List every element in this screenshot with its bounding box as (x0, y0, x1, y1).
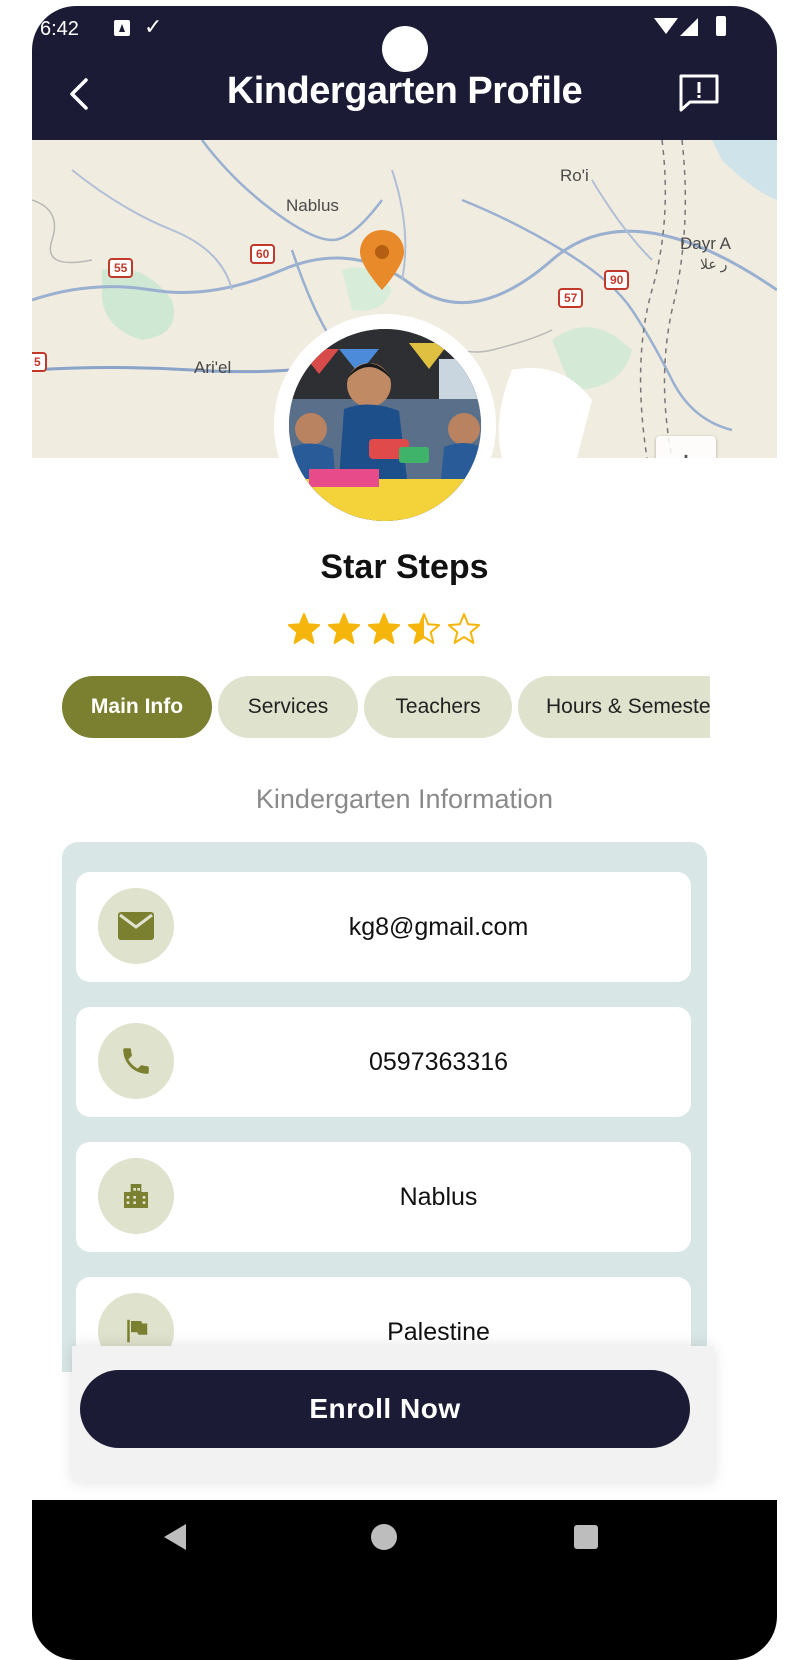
phone-icon (98, 1023, 174, 1099)
status-bar: 6:42 ✓ (32, 6, 777, 72)
map-label-arabic: ر علا (700, 256, 728, 272)
tab-services[interactable]: Services (218, 676, 358, 738)
enroll-now-button[interactable]: Enroll Now (80, 1370, 690, 1448)
battery-icon (716, 16, 726, 36)
feedback-icon[interactable] (676, 72, 722, 114)
road-badge-57: 57 (558, 288, 584, 308)
download-done-icon: ✓ (144, 14, 163, 39)
wifi-icon (654, 18, 678, 34)
nav-home-icon[interactable] (371, 1524, 397, 1550)
rating-star (367, 613, 401, 644)
tab-hours-semesters[interactable]: Hours & Semeste (518, 676, 710, 738)
map-marker-icon[interactable] (358, 228, 406, 292)
rating-stars (287, 613, 481, 644)
app-header: 6:42 ✓ Kindergarten Profile (32, 6, 777, 140)
email-card: kg8@gmail.com (76, 872, 691, 982)
kindergarten-name: Star Steps (320, 548, 489, 586)
rating-star (447, 613, 481, 644)
phone-screen: 6:42 ✓ Kindergarten Profile Nablus Ro'i … (32, 6, 777, 1660)
nav-back-icon[interactable] (164, 1524, 186, 1550)
info-panel: kg8@gmail.com 0597363316 Nablus Palestin… (62, 842, 707, 1372)
nav-recents-icon[interactable] (574, 1525, 598, 1549)
tab-main-info[interactable]: Main Info (62, 676, 212, 738)
map-label-roi: Ro'i (560, 166, 589, 185)
map-label-dayr: Dayr A (680, 234, 732, 253)
city-value: Nablus (399, 1182, 478, 1211)
camera-cutout (382, 26, 428, 72)
building-icon (98, 1158, 174, 1234)
map-label-ariel: Ari'el (194, 358, 232, 377)
page-title: Kindergarten Profile (226, 70, 583, 112)
rating-star (407, 613, 441, 644)
city-card: Nablus (76, 1142, 691, 1252)
road-badge-5: 5 (32, 352, 47, 372)
signal-icon (680, 18, 698, 36)
map-label-nablus: Nablus (286, 196, 339, 215)
rating-star (327, 613, 361, 644)
phone-value[interactable]: 0597363316 (186, 1007, 691, 1117)
profile-tabs: Main Info Services Teachers Hours & Seme… (62, 676, 710, 738)
road-badge-90: 90 (604, 270, 630, 290)
road-badge-55: 55 (108, 258, 134, 278)
system-nav-bar (32, 1500, 777, 1660)
notification-icon (114, 20, 130, 36)
kindergarten-avatar (289, 329, 481, 521)
email-value[interactable]: kg8@gmail.com (186, 872, 691, 982)
road-badge-60: 60 (250, 244, 276, 264)
rating-star (287, 613, 321, 644)
zoom-controls: + − (656, 436, 716, 458)
mail-icon (98, 888, 174, 964)
tab-teachers[interactable]: Teachers (364, 676, 512, 738)
section-title: Kindergarten Information (255, 784, 554, 814)
status-time: 6:42 (40, 18, 79, 40)
enroll-bar: Enroll Now (72, 1346, 714, 1482)
zoom-in-button[interactable]: + (656, 436, 716, 459)
phone-card: 0597363316 (76, 1007, 691, 1117)
